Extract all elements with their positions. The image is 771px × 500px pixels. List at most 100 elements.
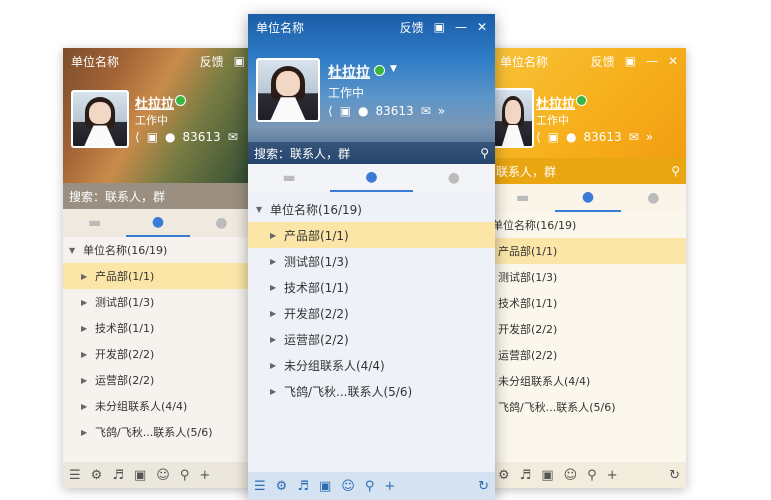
search-icon[interactable]: ⚲ [671, 164, 680, 178]
tree-group[interactable]: ▶ 测试部(1/3) [248, 248, 495, 274]
chat-icon[interactable]: ▣ [147, 130, 158, 144]
tab-chat[interactable]: ▬ [248, 164, 330, 192]
tab-groups[interactable]: ● [190, 209, 253, 237]
menu-icon[interactable]: ☰ [69, 468, 81, 483]
search-bar[interactable]: 搜索：联系人，群 [63, 183, 253, 209]
tree-group[interactable]: ▶ 产品部(1/1) [63, 263, 253, 289]
status-dropdown-icon[interactable]: ▼ [390, 64, 397, 74]
tree-group[interactable]: 技术部(1/1) [490, 290, 686, 316]
speaker-icon[interactable]: ♬ [520, 468, 532, 483]
tree-group[interactable]: ▶ 飞鸽/飞秋...联系人(5/6) [248, 378, 495, 404]
tree-group[interactable]: ▶ 未分组联系人(4/4) [63, 393, 253, 419]
gear-icon[interactable]: ⚙ [498, 468, 510, 483]
avatar[interactable] [256, 58, 320, 122]
tree-group[interactable]: ▶ 开发部(2/2) [63, 341, 253, 367]
tree-group[interactable]: ▶ 技术部(1/1) [248, 274, 495, 300]
mail-icon[interactable]: ✉ [228, 130, 238, 144]
tree-root[interactable]: ▼ 单位名称(16/19) [63, 237, 253, 263]
tab-contacts[interactable]: ● [330, 164, 413, 192]
tree-group[interactable]: 飞鸽/飞秋...联系人(5/6) [490, 394, 686, 420]
search-icon[interactable]: ⚲ [180, 468, 190, 483]
status-online-icon[interactable] [175, 95, 186, 106]
search-icon[interactable]: ⚲ [480, 146, 489, 160]
tree-group[interactable]: ▶ 飞鸽/飞秋...联系人(5/6) [63, 419, 253, 445]
add-contact-icon[interactable]: ☺ [156, 468, 170, 483]
feedback-button[interactable]: 反馈 [591, 53, 615, 70]
tree-group[interactable]: 运营部(2/2) [490, 342, 686, 368]
refresh-icon[interactable]: ↻ [478, 479, 489, 494]
tree-group[interactable]: ▶ 开发部(2/2) [248, 300, 495, 326]
tree-group[interactable]: 开发部(2/2) [490, 316, 686, 342]
share-icon[interactable]: ⟨ [135, 130, 140, 144]
search-input[interactable]: 联系人，群 [496, 163, 671, 180]
more-icon[interactable]: » [646, 130, 653, 144]
shirt-icon[interactable]: ▣ [625, 54, 636, 68]
user-name[interactable]: 杜拉拉 [135, 93, 174, 112]
mail-icon[interactable]: ✉ [629, 130, 639, 144]
menu-icon[interactable]: ☰ [254, 479, 266, 494]
search-input[interactable]: 搜索：联系人，群 [254, 145, 480, 162]
gear-icon[interactable]: ⚙ [276, 479, 288, 494]
user-name[interactable]: 杜拉拉 [536, 93, 575, 112]
gear-icon[interactable]: ⚙ [91, 468, 103, 483]
tree-group[interactable]: ▶ 未分组联系人(4/4) [248, 352, 495, 378]
more-icon[interactable]: » [438, 104, 445, 118]
add-contact-icon[interactable]: ☺ [564, 468, 578, 483]
shirt-icon[interactable]: ▣ [234, 54, 245, 68]
add-contact-icon[interactable]: ☺ [341, 479, 355, 494]
tree-group[interactable]: ▶ 运营部(2/2) [63, 367, 253, 393]
minimize-button[interactable]: — [455, 20, 467, 34]
tree-group[interactable]: 未分组联系人(4/4) [490, 368, 686, 394]
speaker-icon[interactable]: ♬ [112, 468, 124, 483]
close-button[interactable]: ✕ [477, 20, 487, 34]
tab-groups[interactable]: ● [413, 164, 495, 192]
piggy-icon[interactable]: ● [358, 104, 368, 118]
avatar[interactable] [494, 88, 534, 148]
plus-icon[interactable]: + [607, 468, 618, 483]
tree-group[interactable]: ▶ 技术部(1/1) [63, 315, 253, 341]
tab-groups[interactable]: ● [621, 184, 686, 212]
folder-icon[interactable]: ▣ [319, 479, 331, 494]
speaker-icon[interactable]: ♬ [297, 479, 309, 494]
tab-chat[interactable]: ▬ [490, 184, 555, 212]
avatar[interactable] [71, 90, 129, 148]
refresh-icon[interactable]: ↻ [669, 468, 680, 483]
search-bar[interactable]: 搜索：联系人，群 ⚲ [248, 142, 495, 164]
close-button[interactable]: ✕ [668, 54, 678, 68]
piggy-icon[interactable]: ● [165, 130, 175, 144]
chat-icon[interactable]: ▣ [340, 104, 351, 118]
folder-icon[interactable]: ▣ [541, 468, 553, 483]
tab-contacts[interactable]: ● [126, 209, 190, 237]
tree-group[interactable]: ▶ 运营部(2/2) [248, 326, 495, 352]
tree-group[interactable]: 产品部(1/1) [490, 238, 686, 264]
tab-chat[interactable]: ▬ [63, 209, 126, 237]
tree-group[interactable]: 测试部(1/3) [490, 264, 686, 290]
share-icon[interactable]: ⟨ [536, 130, 541, 144]
status-online-icon[interactable] [576, 95, 587, 106]
tree-root[interactable]: 单位名称(16/19) [490, 212, 686, 238]
feedback-button[interactable]: 反馈 [200, 53, 224, 70]
tree-root[interactable]: ▼ 单位名称(16/19) [248, 196, 495, 222]
plus-icon[interactable]: + [199, 468, 210, 483]
tree-group[interactable]: ▶ 产品部(1/1) [248, 222, 495, 248]
tab-contacts[interactable]: ● [555, 184, 621, 212]
search-icon[interactable]: ⚲ [587, 468, 597, 483]
search-input[interactable]: 搜索：联系人，群 [69, 188, 247, 205]
caret-right-icon: ▶ [270, 256, 277, 266]
caret-right-icon: ▶ [81, 427, 88, 437]
search-icon[interactable]: ⚲ [365, 479, 375, 494]
shirt-icon[interactable]: ▣ [434, 20, 445, 34]
share-icon[interactable]: ⟨ [328, 104, 333, 118]
user-name[interactable]: 杜拉拉 [328, 62, 370, 82]
chat-icon[interactable]: ▣ [548, 130, 559, 144]
tree-group[interactable]: ▶ 测试部(1/3) [63, 289, 253, 315]
feedback-button[interactable]: 反馈 [400, 19, 424, 36]
piggy-icon[interactable]: ● [566, 130, 576, 144]
plus-icon[interactable]: + [384, 479, 395, 494]
search-bar[interactable]: 联系人，群 ⚲ [490, 158, 686, 184]
folder-icon[interactable]: ▣ [134, 468, 146, 483]
status-online-icon[interactable] [374, 65, 385, 76]
group-label: 飞鸽/飞秋...联系人(5/6) [95, 426, 213, 439]
minimize-button[interactable]: — [646, 54, 658, 68]
mail-icon[interactable]: ✉ [421, 104, 431, 118]
